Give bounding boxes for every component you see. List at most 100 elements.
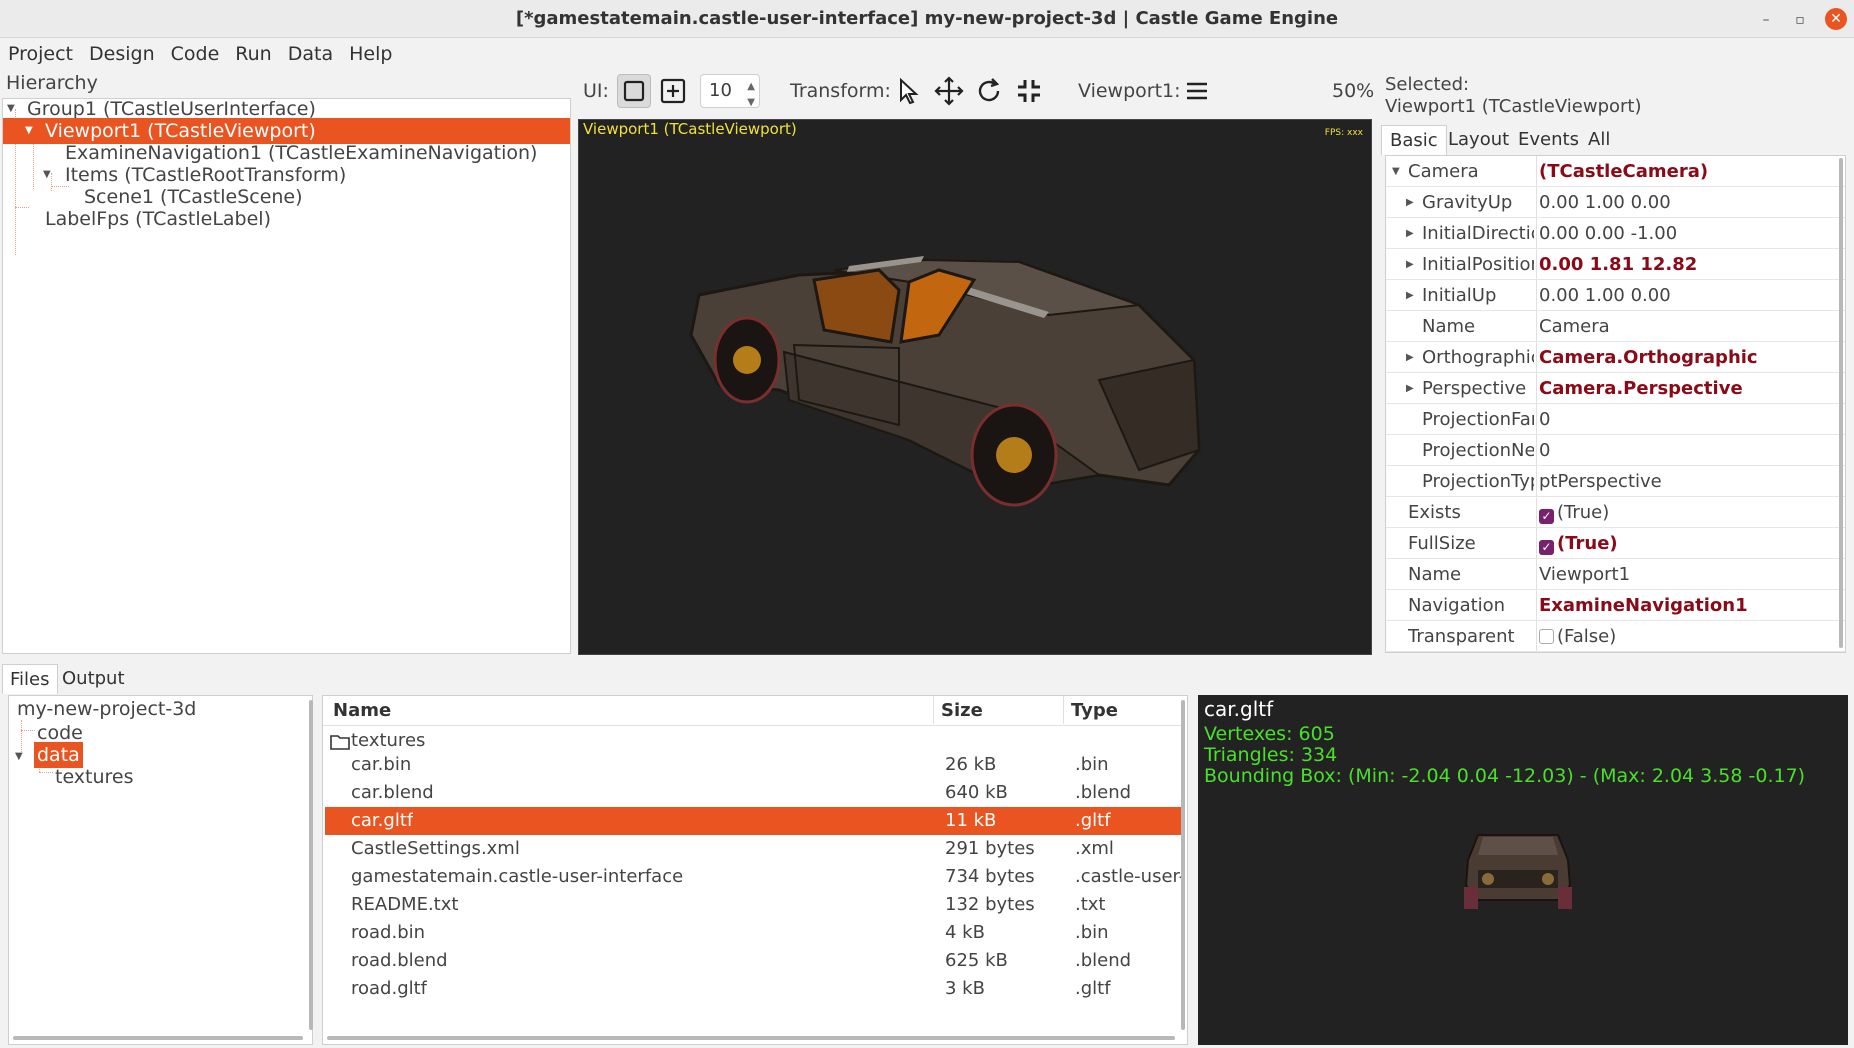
rotate-tool-button[interactable] (972, 74, 1006, 108)
ui-label: UI: (583, 80, 609, 102)
column-header-size[interactable]: Size (941, 696, 983, 726)
prop-value[interactable]: Camera (1539, 311, 1610, 342)
grid-size-spinner[interactable]: 10 ▲ ▼ (700, 74, 760, 108)
prop-value[interactable]: ExamineNavigation1 (1539, 590, 1748, 621)
expand-arrow-icon[interactable]: ▼ (15, 744, 23, 770)
ui-add-button[interactable] (656, 74, 690, 108)
expand-arrow-icon[interactable]: ▶ (1406, 218, 1414, 249)
menu-run[interactable]: Run (227, 38, 279, 70)
prop-row-projectionfar[interactable]: ProjectionFar 0 (1386, 404, 1845, 435)
prop-value[interactable]: Viewport1 (1539, 559, 1630, 590)
menu-design[interactable]: Design (81, 38, 163, 70)
files-list-hscrollbar[interactable] (327, 1036, 1175, 1040)
prop-row-projectionnear[interactable]: ProjectionNea 0 (1386, 435, 1845, 466)
tab-all[interactable]: All (1580, 125, 1618, 155)
prop-row-initialdirection[interactable]: ▶ InitialDirectio 0.00 0.00 -1.00 (1386, 218, 1845, 249)
checkbox-checked-icon[interactable]: ✓ (1539, 509, 1554, 524)
inspector-scrollbar[interactable] (1839, 158, 1843, 648)
prop-row-orthographic[interactable]: ▶ Orthographic Camera.Orthographic (1386, 342, 1845, 373)
expand-arrow-icon[interactable]: ▼ (43, 162, 51, 188)
files-tree-root[interactable]: my-new-project-3d (17, 696, 196, 722)
file-row[interactable]: road.gltf 3 kB .gltf (325, 975, 1185, 1003)
column-header-type[interactable]: Type (1071, 696, 1118, 726)
collapse-arrow-icon[interactable]: ▼ (1392, 156, 1400, 187)
tab-layout[interactable]: Layout (1440, 125, 1517, 155)
files-tree-vscrollbar[interactable] (309, 700, 313, 1030)
minimize-button[interactable]: – (1756, 10, 1776, 30)
file-name: car.blend (351, 782, 434, 803)
column-header-name[interactable]: Name (333, 696, 391, 726)
viewport-label: Viewport1: (1078, 80, 1181, 102)
tab-events[interactable]: Events (1510, 125, 1587, 155)
files-list-vscrollbar[interactable] (1181, 700, 1185, 1030)
prop-value[interactable]: 0 (1539, 404, 1550, 435)
close-button[interactable]: ✕ (1825, 8, 1847, 30)
viewport-menu-button[interactable] (1180, 74, 1214, 108)
file-row[interactable]: gamestatemain.castle-user-interface 734 … (325, 863, 1185, 891)
file-row[interactable]: road.bin 4 kB .bin (325, 919, 1185, 947)
expand-arrow-icon[interactable]: ▶ (1406, 342, 1414, 373)
file-row-selected[interactable]: car.gltf 11 kB .gltf (325, 807, 1185, 835)
selected-value: Viewport1 (TCastleViewport) (1385, 96, 1642, 117)
file-row[interactable]: road.blend 625 kB .blend (325, 947, 1185, 975)
move-tool-button[interactable] (932, 74, 966, 108)
file-row[interactable]: README.txt 132 bytes .txt (325, 891, 1185, 919)
ui-select-button[interactable] (617, 74, 651, 108)
expand-arrow-icon[interactable]: ▶ (1406, 249, 1414, 280)
prop-value[interactable]: ✓ (True) (1539, 497, 1609, 528)
tab-output[interactable]: Output (55, 664, 132, 694)
prop-row-gravityup[interactable]: ▶ GravityUp 0.00 1.00 0.00 (1386, 187, 1845, 218)
menu-project[interactable]: Project (0, 38, 81, 70)
prop-row-camera-name[interactable]: Name Camera (1386, 311, 1845, 342)
prop-row-perspective[interactable]: ▶ Perspective Camera.Perspective (1386, 373, 1845, 404)
prop-row-viewport-name[interactable]: Name Viewport1 (1386, 559, 1845, 590)
prop-row-initialup[interactable]: ▶ InitialUp 0.00 1.00 0.00 (1386, 280, 1845, 311)
expand-arrow-icon[interactable]: ▶ (1406, 280, 1414, 311)
prop-value[interactable]: Camera.Orthographic (1539, 342, 1758, 373)
files-tree-textures[interactable]: textures (55, 764, 134, 790)
prop-row-camera[interactable]: ▼ Camera (TCastleCamera) (1386, 156, 1845, 187)
files-tree[interactable]: my-new-project-3d code ▼ data textures (8, 695, 313, 1045)
prop-value[interactable]: 0.00 1.00 0.00 (1539, 187, 1671, 218)
prop-value[interactable]: ✓ (True) (1539, 528, 1618, 559)
checkbox-unchecked-icon[interactable] (1539, 629, 1554, 644)
property-grid[interactable]: ▼ Camera (TCastleCamera) ▶ GravityUp 0.0… (1385, 155, 1846, 653)
prop-value[interactable]: ptPerspective (1539, 466, 1662, 497)
prop-row-navigation[interactable]: Navigation ExamineNavigation1 (1386, 590, 1845, 621)
menu-data[interactable]: Data (280, 38, 341, 70)
menu-code[interactable]: Code (163, 38, 228, 70)
spin-down-icon[interactable]: ▼ (747, 87, 755, 119)
tab-files[interactable]: Files (2, 664, 58, 694)
prop-value[interactable]: Camera.Perspective (1539, 373, 1743, 404)
prop-name: Perspective (1422, 378, 1527, 399)
prop-value[interactable]: (TCastleCamera) (1539, 156, 1708, 187)
file-name: gamestatemain.castle-user-interface (351, 866, 684, 887)
prop-value[interactable]: 0.00 0.00 -1.00 (1539, 218, 1677, 249)
maximize-button[interactable]: ▫ (1790, 10, 1810, 30)
prop-row-transparent[interactable]: Transparent (False) (1386, 621, 1845, 652)
design-viewport[interactable]: Viewport1 (TCastleViewport) FPS: xxx (578, 119, 1372, 655)
expand-arrow-icon[interactable]: ▶ (1406, 373, 1414, 404)
menu-help[interactable]: Help (341, 38, 400, 70)
select-tool-button[interactable] (892, 74, 926, 108)
prop-value[interactable]: (False) (1539, 621, 1616, 652)
prop-value[interactable]: 0.00 1.00 0.00 (1539, 280, 1671, 311)
file-row[interactable]: CastleSettings.xml 291 bytes .xml (325, 835, 1185, 863)
files-tree-hscrollbar[interactable] (13, 1036, 303, 1040)
prop-value[interactable]: 0 (1539, 435, 1550, 466)
expand-arrow-icon[interactable]: ▼ (25, 118, 33, 144)
scale-tool-button[interactable] (1012, 74, 1046, 108)
file-row[interactable]: car.blend 640 kB .blend (325, 779, 1185, 807)
file-row[interactable]: car.bin 26 kB .bin (325, 751, 1185, 779)
checkbox-checked-icon[interactable]: ✓ (1539, 540, 1554, 555)
prop-value[interactable]: 0.00 1.81 12.82 (1539, 249, 1697, 280)
tab-basic[interactable]: Basic (1381, 125, 1447, 155)
prop-row-initialposition[interactable]: ▶ InitialPositior 0.00 1.81 12.82 (1386, 249, 1845, 280)
expand-arrow-icon[interactable]: ▶ (1406, 187, 1414, 218)
prop-row-exists[interactable]: Exists ✓ (True) (1386, 497, 1845, 528)
files-list[interactable]: Name Size Type textures car.bin 26 kB .b… (322, 695, 1188, 1045)
prop-row-fullsize[interactable]: FullSize ✓ (True) (1386, 528, 1845, 559)
hierarchy-tree[interactable]: ▼ Group1 (TCastleUserInterface) ▼ Viewpo… (2, 98, 571, 654)
prop-row-projectiontype[interactable]: ProjectionTyp ptPerspective (1386, 466, 1845, 497)
grid-size-value: 10 (709, 80, 732, 101)
